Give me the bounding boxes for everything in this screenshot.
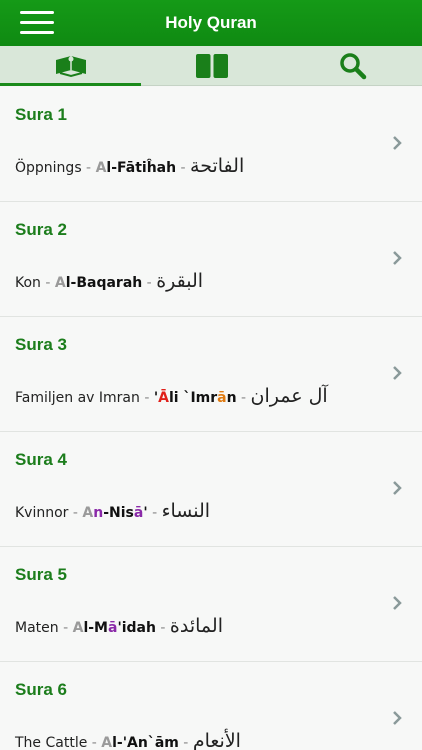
sura-arabic-name: الفاتحة — [190, 155, 245, 177]
sura-row[interactable]: Sura 1 Öppnings - Al-Fātiĥah - الفاتحة — [0, 87, 422, 202]
chevron-right-icon — [393, 711, 402, 725]
sura-transliteration: Al-Mā'idah — [72, 620, 156, 636]
sura-transliteration: Al-Fātiĥah — [95, 160, 177, 176]
tab-bar — [0, 46, 422, 86]
sura-number-label: Sura 1 — [15, 105, 67, 124]
sura-number-label: Sura 3 — [15, 335, 67, 354]
page-title: Holy Quran — [165, 13, 257, 32]
sura-row[interactable]: Sura 2 Kon - Al-Baqarah - البقرة — [0, 202, 422, 317]
tab-search[interactable] — [282, 46, 422, 86]
sura-arabic-name: النساء — [161, 500, 211, 522]
sura-swedish-name: Kvinnor — [15, 505, 69, 521]
sura-swedish-name: Öppnings — [15, 160, 82, 176]
sura-transliteration: Al-'An`ām — [101, 735, 179, 750]
sura-number-label: Sura 2 — [15, 220, 67, 239]
sura-row[interactable]: Sura 6 The Cattle - Al-'An`ām - الأنعام — [0, 662, 422, 750]
sura-arabic-name: آل عمران — [250, 385, 328, 407]
sura-name-line: The Cattle - Al-'An`ām - الأنعام — [15, 730, 241, 750]
sura-arabic-name: البقرة — [156, 270, 204, 292]
sura-name-line: Familjen av Imran - 'Āli `Imrān - آل عمر… — [15, 385, 328, 407]
sura-number-label: Sura 6 — [15, 680, 67, 699]
quran-book-icon — [55, 55, 86, 77]
sura-arabic-name: المائدة — [169, 615, 223, 637]
tab-quran[interactable] — [0, 46, 141, 86]
chevron-right-icon — [393, 481, 402, 495]
sura-name-line: Kvinnor - An-Nisā' - النساء — [15, 500, 211, 522]
sura-name-line: Maten - Al-Mā'idah - المائدة — [15, 615, 223, 637]
sura-row[interactable]: Sura 4 Kvinnor - An-Nisā' - النساء — [0, 432, 422, 547]
sura-swedish-name: Kon — [15, 275, 41, 291]
sura-row[interactable]: Sura 3 Familjen av Imran - 'Āli `Imrān - … — [0, 317, 422, 432]
sura-transliteration: An-Nisā' — [82, 505, 148, 521]
chevron-right-icon — [393, 596, 402, 610]
sura-list: Sura 1 Öppnings - Al-Fātiĥah - الفاتحة Sur… — [0, 87, 422, 750]
sura-transliteration: Al-Baqarah — [54, 275, 143, 291]
sura-name-line: Öppnings - Al-Fātiĥah - الفاتحة — [15, 155, 245, 177]
sura-arabic-name: الأنعام — [192, 730, 241, 750]
sura-swedish-name: The Cattle — [15, 735, 88, 750]
app-header: Holy Quran — [0, 0, 422, 46]
sura-number-label: Sura 5 — [15, 565, 67, 584]
sura-number-label: Sura 4 — [15, 450, 67, 469]
chevron-right-icon — [393, 251, 402, 265]
sura-swedish-name: Maten — [15, 620, 59, 636]
sura-transliteration: 'Āli `Imrān — [153, 390, 237, 406]
tab-book[interactable] — [141, 46, 282, 86]
open-book-icon — [195, 54, 228, 78]
search-icon — [339, 53, 366, 80]
sura-name-line: Kon - Al-Baqarah - البقرة — [15, 270, 204, 292]
chevron-right-icon — [393, 366, 402, 380]
sura-swedish-name: Familjen av Imran — [15, 390, 140, 406]
chevron-right-icon — [393, 136, 402, 150]
sura-row[interactable]: Sura 5 Maten - Al-Mā'idah - المائدة — [0, 547, 422, 662]
